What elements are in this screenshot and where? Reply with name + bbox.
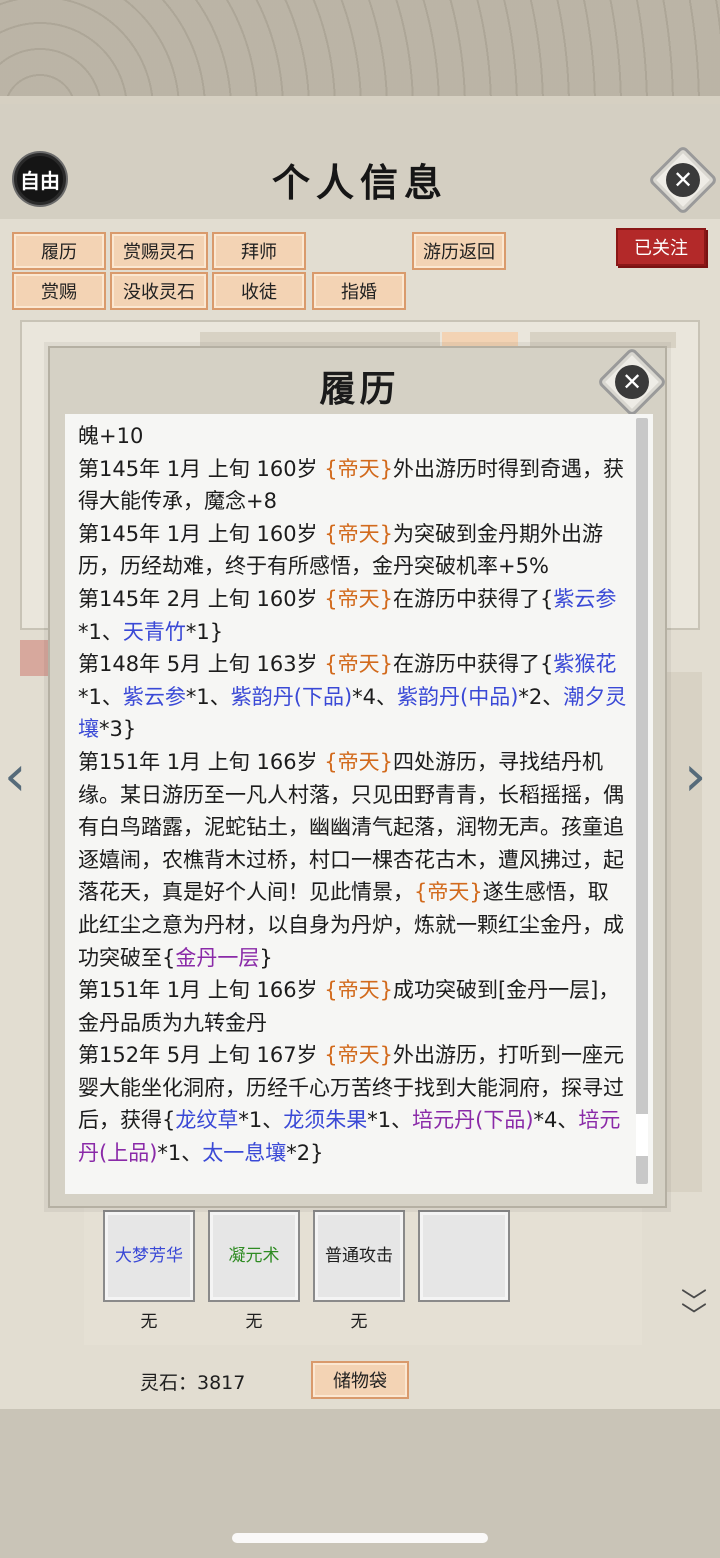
log-text-segment: *1、	[185, 684, 231, 709]
log-text-segment: 第145年 1月 上旬 160岁	[78, 521, 325, 546]
log-text-segment: 在游历中获得了{	[392, 586, 554, 611]
scrollbar-thumb[interactable]	[636, 1114, 648, 1156]
log-highlight: 紫云参	[122, 684, 186, 709]
skill-name: 凝元术	[228, 1246, 280, 1266]
log-highlight: {帝天}	[324, 652, 393, 677]
log-highlight: 龙纹草	[175, 1108, 239, 1133]
log-highlight: 培元丹(下品)	[412, 1108, 534, 1133]
log-text-segment: 第148年 5月 上旬 163岁	[78, 652, 325, 677]
follow-button[interactable]: 已关注	[616, 228, 706, 266]
log-text-segment: *2}	[286, 1141, 324, 1166]
skill-slot-2[interactable]: 凝元术	[208, 1210, 300, 1302]
resume-button[interactable]: 履历	[12, 232, 106, 270]
reward-button[interactable]: 赏赐	[12, 272, 106, 310]
page-title: 个人信息	[271, 160, 448, 205]
previous-arrow-icon[interactable]: ‹	[4, 744, 26, 809]
log-text-segment: *1、	[78, 684, 123, 709]
log-highlight: {帝天}	[324, 586, 393, 611]
log-highlight: {帝天}	[324, 978, 393, 1003]
skill-slot-1[interactable]: 大梦芳华	[103, 1210, 195, 1302]
log-text-segment: *4、	[533, 1108, 579, 1133]
spirit-stone-count: 灵石：3817	[140, 1372, 246, 1394]
log-text-segment: 第145年 1月 上旬 160岁	[78, 456, 325, 481]
log-entry: 第148年 5月 上旬 163岁 {帝天}在游历中获得了{紫猴花 *1、紫云参*1…	[78, 648, 629, 746]
log-text-segment: 第151年 1月 上旬 166岁	[78, 978, 325, 1003]
log-entry: 魄+10	[78, 420, 629, 453]
log-highlight: {帝天}	[324, 1043, 393, 1068]
storage-bag-button[interactable]: 储物袋	[311, 1361, 409, 1399]
log-text-segment: *3}	[99, 717, 137, 742]
skill-sub-label: 无	[350, 1312, 368, 1332]
decorative-banner	[0, 0, 720, 100]
log-text-segment: }	[259, 945, 273, 970]
log-highlight: 紫韵丹(下品)	[230, 684, 353, 709]
skill-sub-label: 无	[140, 1312, 158, 1332]
log-highlight: {帝天}	[324, 456, 393, 481]
log-highlight: 天青竹	[122, 619, 186, 644]
skill-slot-4[interactable]	[418, 1210, 510, 1302]
reward-stone-button[interactable]: 赏赐灵石	[110, 232, 208, 270]
modal-title: 履历	[319, 368, 400, 410]
log-highlight: {帝天}	[324, 749, 393, 774]
log-entry: 第151年 1月 上旬 166岁 {帝天}成功突破到[金丹一层]，金丹品质为九转…	[78, 974, 629, 1039]
take-master-button[interactable]: 拜师	[212, 232, 306, 270]
log-text-segment: 第145年 2月 上旬 160岁	[78, 586, 325, 611]
close-icon: ✕	[666, 163, 700, 197]
log-text-segment: *1、	[367, 1108, 413, 1133]
log-entry: 第145年 1月 上旬 160岁 {帝天}为突破到金丹期外出游历，历经劫难，终于…	[78, 518, 629, 583]
log-entry: 第151年 1月 上旬 166岁 {帝天}四处游历，寻找结丹机缘。某日游历至一凡…	[78, 746, 629, 974]
resume-modal: 履历 ✕ 魄+10 第145年 1月 上旬 160岁 {帝天}外出游历时得到奇遇，…	[48, 346, 668, 1208]
skill-name: 大梦芳华	[115, 1246, 183, 1266]
scrollbar-track[interactable]	[636, 418, 648, 1184]
log-text-segment: *1、	[157, 1141, 203, 1166]
skill-name: 普通攻击	[325, 1246, 393, 1266]
log-text-segment: *1}	[185, 619, 224, 644]
close-icon: ✕	[615, 365, 649, 399]
skill-slot-3[interactable]: 普通攻击	[313, 1210, 405, 1302]
confiscate-stone-button[interactable]: 没收灵石	[110, 272, 208, 310]
skill-sub-label: 无	[245, 1312, 263, 1332]
log-entry: 第145年 1月 上旬 160岁 {帝天}外出游历时得到奇遇，获得大能传承，魔念…	[78, 453, 629, 518]
log-text-segment: 第152年 5月 上旬 167岁	[78, 1043, 325, 1068]
log-highlight: 太一息壤	[202, 1141, 287, 1166]
log-highlight: {帝天}	[324, 521, 393, 546]
take-disciple-button[interactable]: 收徒	[212, 272, 306, 310]
free-mode-badge[interactable]: 自由	[14, 153, 66, 205]
log-highlight: 龙须朱果	[283, 1108, 368, 1133]
banner-edge	[0, 96, 720, 104]
log-text-segment: 在游历中获得了{	[392, 652, 554, 677]
log-highlight: 紫云参	[553, 586, 617, 611]
log-highlight: {帝天}	[414, 880, 483, 905]
next-arrow-icon[interactable]: ›	[684, 744, 706, 809]
resume-log[interactable]: 魄+10 第145年 1月 上旬 160岁 {帝天}外出游历时得到奇遇，获得大能传…	[65, 414, 653, 1194]
home-indicator[interactable]	[232, 1533, 488, 1543]
travel-return-button[interactable]: 游历返回	[412, 232, 506, 270]
log-highlight: 紫韵丹(中品)	[397, 684, 519, 709]
log-text-segment: *2、	[518, 684, 564, 709]
log-entry: 第152年 5月 上旬 167岁 {帝天}外出游历，打听到一座元婴大能坐化洞府，…	[78, 1039, 629, 1169]
log-highlight: 紫猴花	[553, 652, 617, 677]
chevron-down-icon[interactable]: ﹀ ﹀	[674, 1290, 714, 1336]
log-highlight: 金丹一层	[175, 945, 260, 970]
log-text-segment: 第151年 1月 上旬 166岁	[78, 749, 325, 774]
log-entry: 第145年 2月 上旬 160岁 {帝天}在游历中获得了{紫云参 *1、天青竹*1…	[78, 583, 629, 648]
side-tab[interactable]	[20, 640, 50, 676]
resume-log-text: 魄+10 第145年 1月 上旬 160岁 {帝天}外出游历时得到奇遇，获得大能传…	[78, 420, 629, 1170]
log-text-segment: *1、	[238, 1108, 284, 1133]
log-text-segment: *4、	[352, 684, 398, 709]
log-text-segment: 魄+10	[78, 424, 144, 448]
log-text-segment: *1、	[78, 619, 123, 644]
arrange-marriage-button[interactable]: 指婚	[312, 272, 406, 310]
